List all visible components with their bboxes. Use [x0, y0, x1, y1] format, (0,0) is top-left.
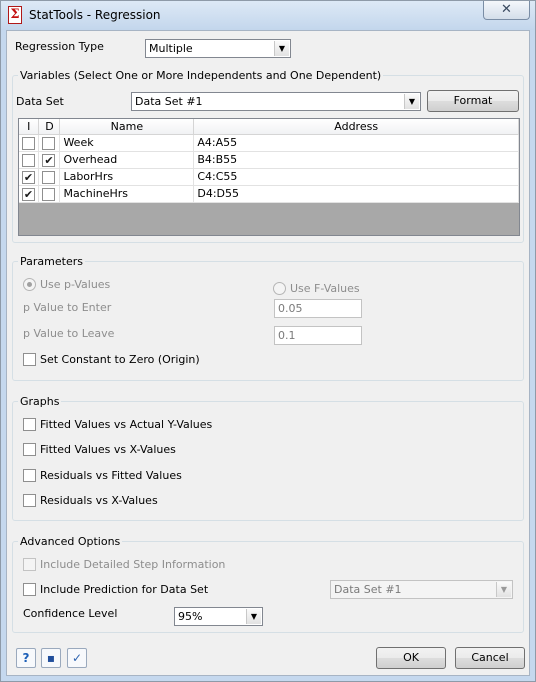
window-title: StatTools - Regression: [29, 8, 161, 22]
use-p-values-radio[interactable]: [23, 278, 36, 291]
independent-checkbox[interactable]: ✔: [22, 187, 35, 201]
column-header-d[interactable]: D: [38, 119, 61, 135]
table-row[interactable]: ✔ Overhead B4:B55: [19, 151, 519, 169]
chevron-down-icon[interactable]: ▼: [404, 94, 419, 109]
independent-checkbox[interactable]: ✔: [22, 170, 35, 184]
dialog-body: Regression Type Multiple ▼ Variables (Se…: [6, 30, 530, 676]
variable-name: Overhead: [59, 151, 195, 169]
chevron-down-icon[interactable]: ▼: [274, 41, 289, 56]
title-bar[interactable]: Σ StatTools - Regression ✕: [1, 1, 535, 30]
prediction-label: Include Prediction for Data Set: [40, 583, 209, 596]
stattools-app-icon: Σ: [8, 6, 22, 24]
graph-checkbox[interactable]: [23, 443, 36, 456]
use-p-values-label: Use p-Values: [40, 278, 111, 291]
table-row[interactable]: Week A4:A55: [19, 134, 519, 152]
constant-zero-checkbox[interactable]: [23, 353, 36, 366]
dependent-checkbox[interactable]: [42, 187, 56, 201]
regression-type-label: Regression Type: [15, 40, 104, 53]
p-value-leave-label: p Value to Leave: [23, 327, 115, 340]
help-icon[interactable]: ?: [16, 648, 36, 668]
p-value-enter-label: p Value to Enter: [23, 301, 112, 314]
confidence-level-select[interactable]: 95% ▼: [174, 607, 263, 626]
cancel-button[interactable]: Cancel: [455, 647, 525, 669]
variable-name: MachineHrs: [59, 185, 195, 203]
column-header-address[interactable]: Address: [193, 119, 519, 135]
variables-group-title: Variables (Select One or More Independen…: [18, 69, 384, 82]
data-set-value: Data Set #1: [135, 95, 203, 108]
ok-button[interactable]: OK: [376, 647, 446, 669]
save-icon[interactable]: ▪: [41, 648, 61, 668]
constant-zero-label: Set Constant to Zero (Origin): [40, 353, 200, 366]
regression-type-select[interactable]: Multiple ▼: [145, 39, 291, 58]
format-button[interactable]: Format: [427, 90, 519, 112]
column-header-name[interactable]: Name: [59, 119, 195, 135]
variable-address: B4:B55: [193, 151, 519, 169]
p-value-enter-input[interactable]: 0.05: [274, 299, 362, 318]
dependent-checkbox[interactable]: [42, 136, 56, 150]
regression-type-value: Multiple: [149, 42, 193, 55]
graph-fitted-vs-actual-label: Fitted Values vs Actual Y-Values: [40, 418, 213, 431]
variables-grid: I D Name Address Week A4:A55 ✔ Overhead …: [18, 118, 520, 236]
variable-address: C4:C55: [193, 168, 519, 186]
data-set-select[interactable]: Data Set #1 ▼: [131, 92, 421, 111]
graph-checkbox[interactable]: [23, 494, 36, 507]
chevron-down-icon[interactable]: ▼: [246, 609, 261, 624]
dependent-checkbox[interactable]: ✔: [42, 153, 56, 167]
graph-fitted-vs-x-label: Fitted Values vs X-Values: [40, 443, 176, 456]
independent-checkbox[interactable]: [22, 136, 35, 150]
prediction-data-set-select[interactable]: Data Set #1 ▼: [330, 580, 513, 599]
chevron-down-icon[interactable]: ▼: [496, 582, 511, 597]
prediction-data-set-value: Data Set #1: [334, 583, 402, 596]
grid-header-row: I D Name Address: [19, 119, 519, 135]
graphs-group-title: Graphs: [18, 395, 62, 408]
checklist-icon[interactable]: ✓: [67, 648, 87, 668]
variable-address: D4:D55: [193, 185, 519, 203]
variable-address: A4:A55: [193, 134, 519, 152]
graph-checkbox[interactable]: [23, 418, 36, 431]
dependent-checkbox[interactable]: [42, 170, 56, 184]
graph-residuals-vs-x-label: Residuals vs X-Values: [40, 494, 158, 507]
confidence-level-value: 95%: [178, 610, 203, 623]
graph-residuals-vs-fitted-label: Residuals vs Fitted Values: [40, 469, 182, 482]
variable-name: Week: [59, 134, 195, 152]
variable-name: LaborHrs: [59, 168, 195, 186]
p-value-leave-input[interactable]: 0.1: [274, 326, 362, 345]
confidence-level-label: Confidence Level: [23, 607, 118, 620]
table-row[interactable]: ✔ MachineHrs D4:D55: [19, 185, 519, 203]
data-set-label: Data Set: [16, 95, 64, 108]
step-info-label: Include Detailed Step Information: [40, 558, 226, 571]
step-info-checkbox[interactable]: [23, 558, 36, 571]
advanced-options-group-title: Advanced Options: [18, 535, 123, 548]
table-row[interactable]: ✔ LaborHrs C4:C55: [19, 168, 519, 186]
graph-checkbox[interactable]: [23, 469, 36, 482]
prediction-checkbox[interactable]: [23, 583, 36, 596]
parameters-group-title: Parameters: [18, 255, 85, 268]
column-header-i[interactable]: I: [19, 119, 40, 135]
close-button[interactable]: ✕: [483, 1, 530, 20]
use-f-values-radio[interactable]: [273, 282, 286, 295]
use-f-values-label: Use F-Values: [290, 282, 360, 295]
regression-dialog: Σ StatTools - Regression ✕ Regression Ty…: [0, 0, 536, 682]
independent-checkbox[interactable]: [22, 153, 35, 167]
